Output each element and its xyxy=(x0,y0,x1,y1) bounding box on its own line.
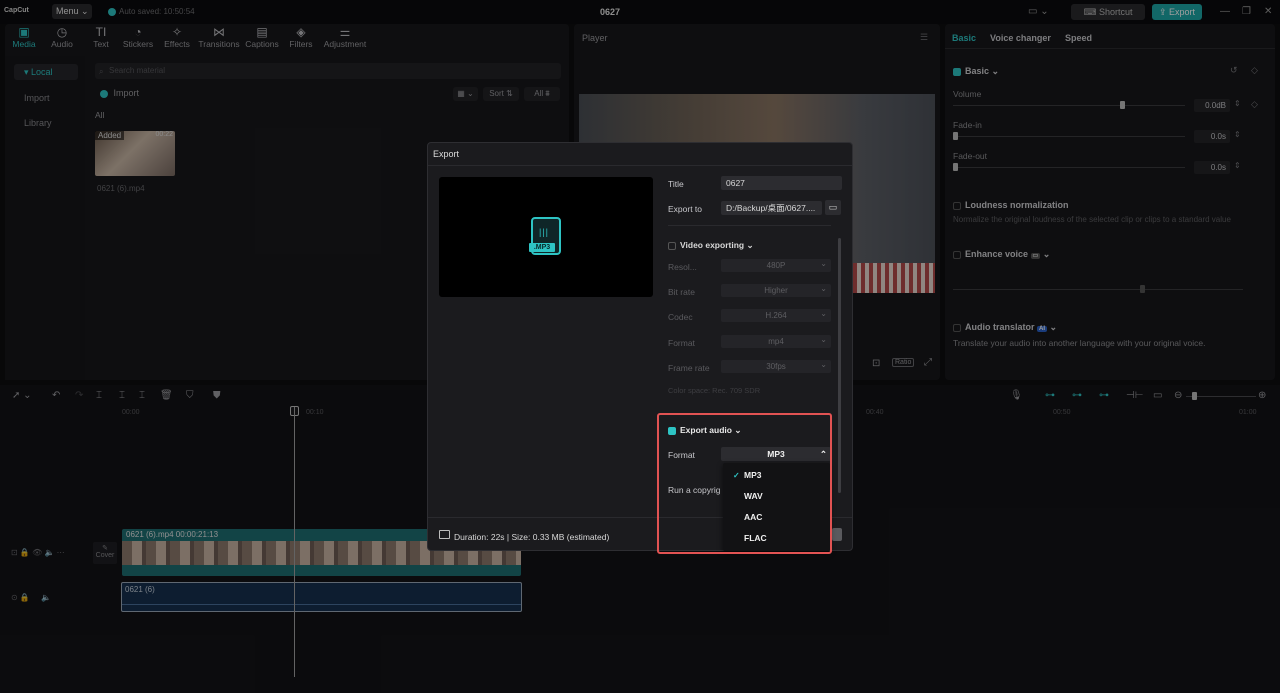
export-estimate: Duration: 22s | Size: 0.33 MB (estimated… xyxy=(454,532,610,542)
bitrate-select[interactable]: Higher xyxy=(721,282,831,297)
export-confirm-button[interactable] xyxy=(832,528,842,541)
bitrate-label: Bit rate xyxy=(668,287,695,297)
resolution-select[interactable]: 480P xyxy=(721,257,831,272)
mp3-file-icon: ||| .MP3 xyxy=(529,217,561,255)
dialog-scrollbar[interactable] xyxy=(838,238,841,493)
color-space-label: Color space: Rec. 709 SDR xyxy=(668,386,761,395)
mp3-badge: .MP3 xyxy=(529,243,555,252)
waveform-icon: ||| xyxy=(539,227,550,237)
framerate-select[interactable]: 30fps xyxy=(721,358,831,373)
video-section-label: Video exporting xyxy=(680,240,745,250)
video-format-label: Format xyxy=(668,338,695,348)
codec-label: Codec xyxy=(668,312,693,322)
film-icon xyxy=(439,530,450,539)
export-path-input[interactable]: D:/Backup/桌面/0627.... xyxy=(721,201,822,215)
resolution-label: Resol... xyxy=(668,262,697,272)
dialog-title: Export xyxy=(433,149,460,159)
chevron-down-icon: ⌄ xyxy=(746,240,754,250)
video-format-select[interactable]: mp4 xyxy=(721,333,831,348)
title-label: Title xyxy=(668,179,684,189)
highlight-box xyxy=(657,413,832,554)
title-input[interactable]: 0627 xyxy=(721,176,842,190)
dialog-divider xyxy=(428,165,852,166)
export-preview: ||| .MP3 xyxy=(439,177,653,297)
codec-select[interactable]: H.264 xyxy=(721,307,831,322)
section-divider xyxy=(668,225,831,226)
folder-icon[interactable]: ▭ xyxy=(825,200,841,215)
video-export-toggle[interactable]: Video exporting ⌄ xyxy=(668,240,754,251)
framerate-label: Frame rate xyxy=(668,363,710,373)
export-to-label: Export to xyxy=(668,204,703,214)
checkbox-icon xyxy=(668,241,676,250)
